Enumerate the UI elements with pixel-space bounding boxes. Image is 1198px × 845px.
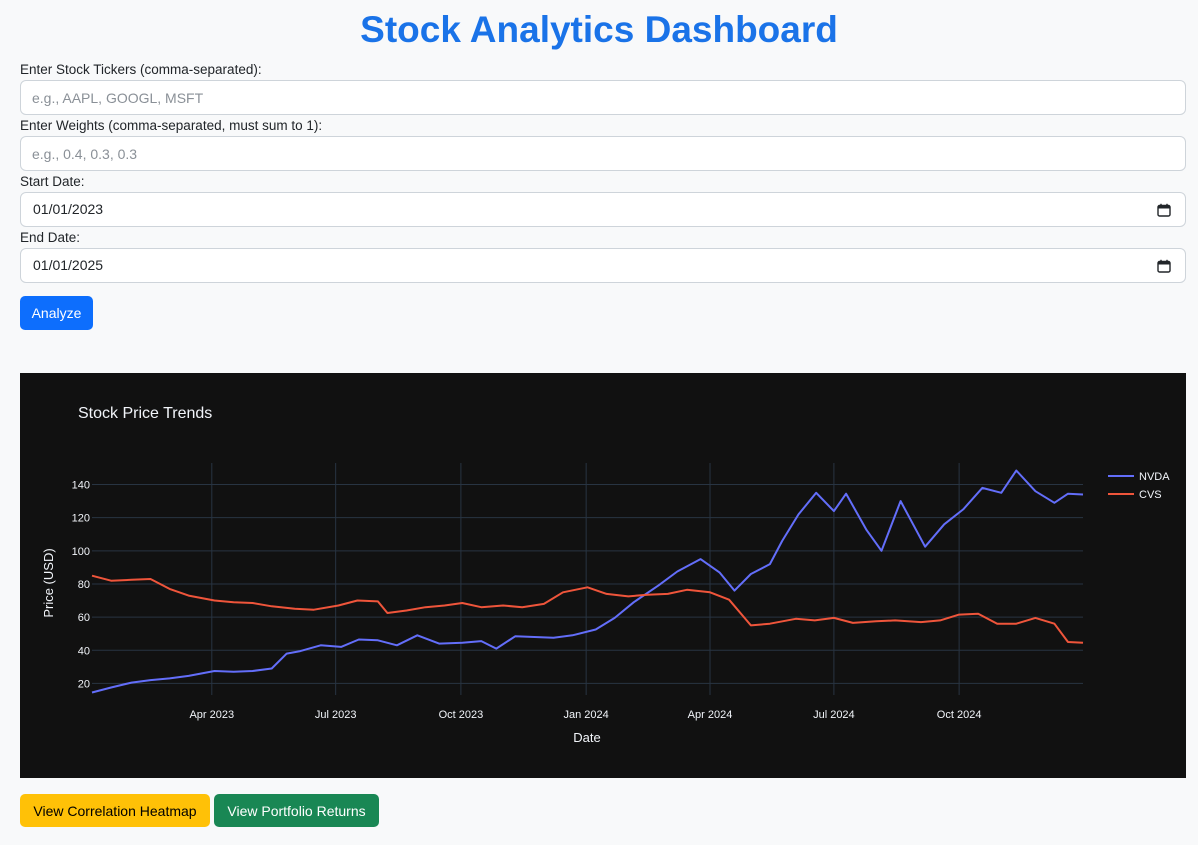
legend-item-cvs[interactable]: CVS (1108, 489, 1162, 501)
series-line-cvs (91, 574, 1084, 644)
end-date-label: End Date: (20, 230, 81, 245)
start-date-label: Start Date: (20, 174, 85, 189)
tickers-input[interactable] (20, 80, 1186, 115)
legend-item-nvda[interactable]: NVDA (1108, 471, 1170, 483)
x-tick-label: Jul 2024 (813, 709, 855, 721)
y-tick-label: 140 (72, 480, 90, 492)
calendar-icon[interactable] (1157, 259, 1171, 273)
x-tick-label: Oct 2024 (937, 709, 982, 721)
chart-lines (91, 469, 1084, 694)
end-date-input[interactable]: 01/01/2025 (20, 248, 1186, 283)
start-date-value: 01/01/2023 (33, 201, 104, 217)
series-line-nvda (91, 469, 1084, 694)
portfolio-returns-button[interactable]: View Portfolio Returns (214, 794, 379, 827)
chart-grid (92, 463, 1083, 695)
tickers-label: Enter Stock Tickers (comma-separated): (20, 62, 262, 77)
analyze-button[interactable]: Analyze (20, 296, 93, 330)
y-tick-label: 100 (72, 546, 90, 558)
weights-label: Enter Weights (comma-separated, must sum… (20, 118, 323, 133)
y-tick-label: 120 (72, 513, 90, 525)
x-tick-label: Jul 2023 (315, 709, 357, 721)
correlation-heatmap-button[interactable]: View Correlation Heatmap (20, 794, 210, 827)
stock-price-chart-svg: Stock Price Trends 20 40 60 80 100 120 140 Apr … (41, 405, 1170, 745)
x-tick-label: Apr 2023 (189, 709, 234, 721)
x-tick-label: Oct 2023 (439, 709, 484, 721)
weights-input[interactable] (20, 136, 1186, 171)
calendar-icon[interactable] (1157, 203, 1171, 217)
x-axis-title: Date (573, 730, 600, 745)
start-date-input[interactable]: 01/01/2023 (20, 192, 1186, 227)
y-tick-label: 40 (78, 645, 90, 657)
end-date-value: 01/01/2025 (33, 257, 104, 273)
y-axis-title: Price (USD) (41, 548, 56, 617)
y-tick-label: 20 (78, 678, 90, 690)
page-title: Stock Analytics Dashboard (360, 9, 838, 50)
x-tick-label: Jan 2024 (564, 709, 609, 721)
legend-label: CVS (1139, 489, 1162, 501)
legend-label: NVDA (1139, 471, 1170, 483)
y-tick-label: 80 (78, 579, 90, 591)
stock-price-chart: Stock Price Trends 20 40 60 80 100 120 140 Apr … (20, 373, 1186, 778)
y-tick-label: 60 (78, 612, 90, 624)
x-tick-label: Apr 2024 (688, 709, 733, 721)
chart-title: Stock Price Trends (78, 405, 212, 422)
chart-legend[interactable]: NVDA CVS (1108, 471, 1170, 501)
